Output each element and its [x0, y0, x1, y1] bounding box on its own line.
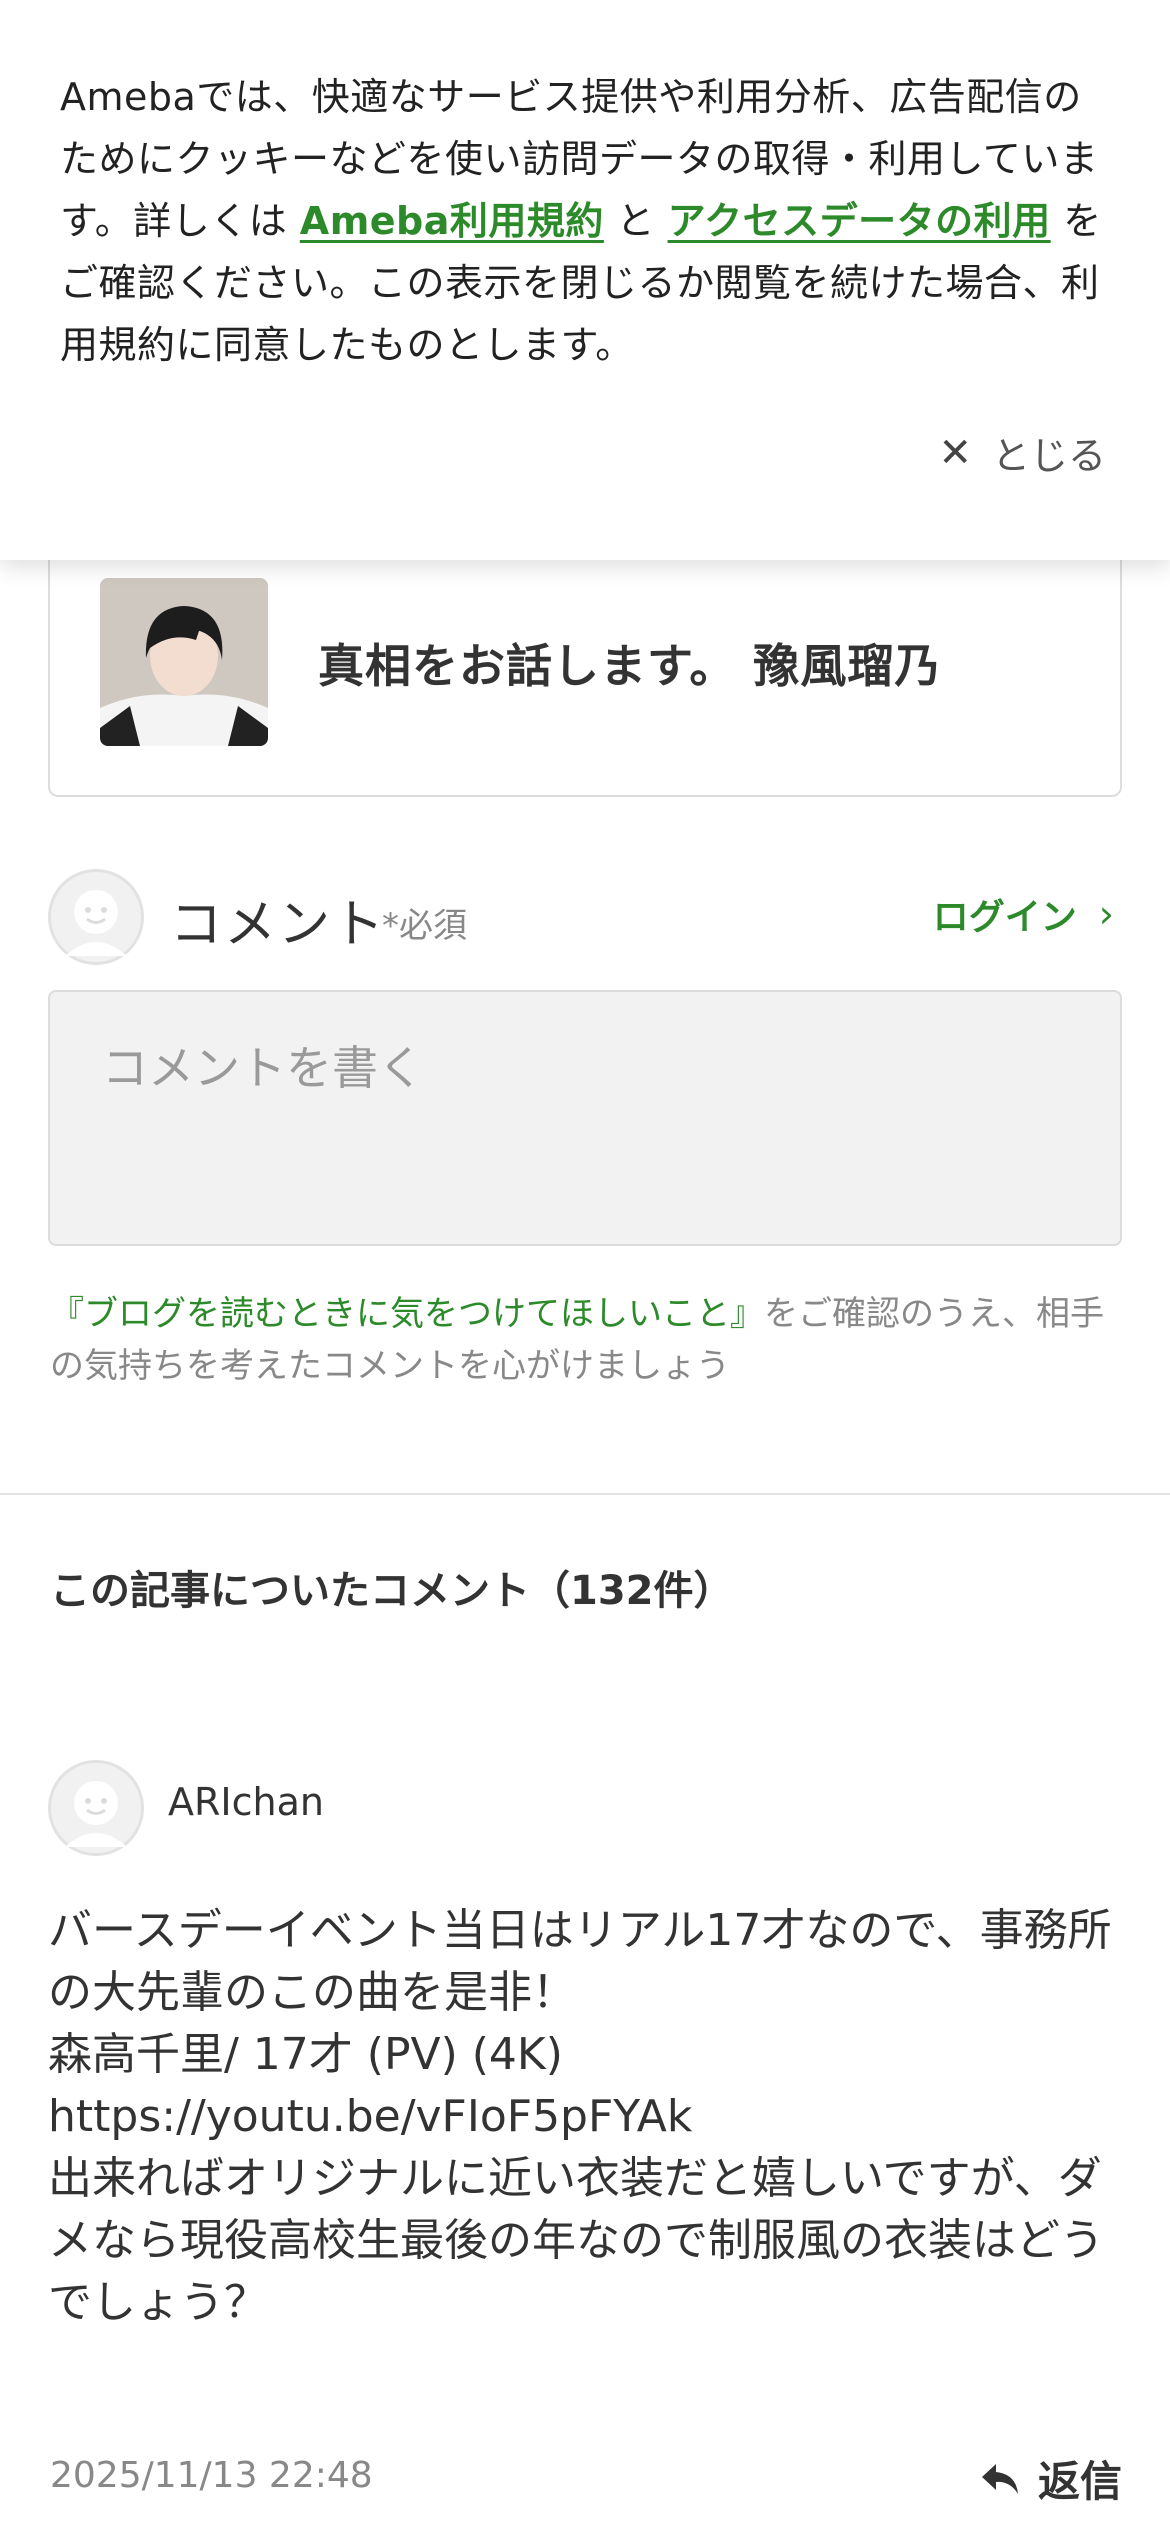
reply-label: 返信	[1037, 2457, 1122, 2506]
cookie-banner: Amebaでは、快適なサービス提供や利用分析、広告配信のためにクッキーなどを使い…	[0, 0, 1170, 560]
access-data-link[interactable]: アクセスデータの利用	[668, 199, 1051, 243]
login-link[interactable]: ログイン ›	[933, 888, 1114, 940]
commenter-avatar	[48, 1760, 144, 1856]
blog-card[interactable]: 真相をお話します。 豫風瑠乃	[48, 530, 1122, 797]
close-icon: ✕	[938, 429, 972, 476]
comments-heading: この記事についたコメント（132件）	[50, 1568, 734, 1614]
comment-input[interactable]	[48, 990, 1122, 1246]
cookie-text-and: と	[603, 199, 668, 243]
comment-guidelines: 『ブログを読むときに気をつけてほしいこと』をご確認のうえ、相手の気持ちを考えたコ…	[50, 1288, 1130, 1392]
guidelines-link[interactable]: 『ブログを読むときに気をつけてほしいこと』	[50, 1294, 764, 1334]
blog-title[interactable]: 真相をお話します。 豫風瑠乃	[318, 630, 941, 696]
cookie-notice-text: Amebaでは、快適なサービス提供や利用分析、広告配信のためにクッキーなどを使い…	[60, 66, 1120, 376]
comment-label: コメント	[170, 895, 387, 955]
blogger-photo	[100, 578, 268, 746]
comment-body: バースデーイベント当日はリアル17才なので、事務所の大先輩のこの曲を是非！ 森高…	[48, 1905, 1112, 2328]
blog-thumbnail	[100, 578, 268, 746]
default-avatar-icon	[65, 1781, 127, 1847]
reply-icon	[981, 2463, 1018, 2494]
login-label: ログイン	[932, 897, 1077, 938]
cookie-close-button[interactable]: ✕ とじる	[938, 425, 1106, 480]
user-avatar	[48, 869, 144, 965]
required-marker: *必須	[382, 906, 467, 946]
comment-date: 2025/11/13 22:48	[50, 2455, 373, 2496]
commenter-name[interactable]: ARIchan	[168, 1780, 324, 1824]
section-divider	[0, 1493, 1170, 1495]
chevron-right-icon: ›	[1098, 892, 1114, 936]
reply-button[interactable]: 返信	[980, 2448, 1122, 2509]
terms-link[interactable]: Ameba利用規約	[300, 199, 604, 243]
cookie-close-label: とじる	[991, 434, 1106, 478]
default-avatar-icon	[65, 890, 127, 956]
